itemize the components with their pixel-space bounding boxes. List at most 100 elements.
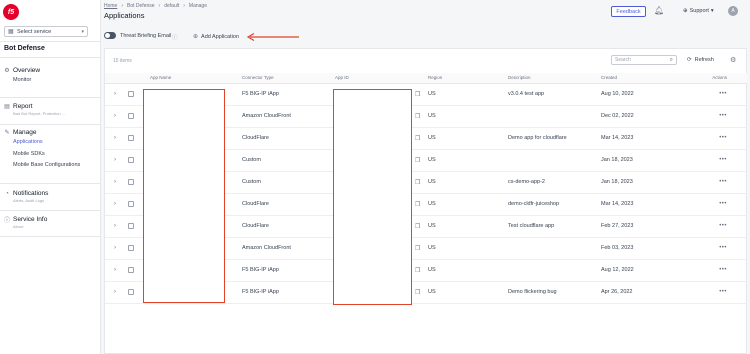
expand-row-chevron-icon[interactable]: ›: [105, 237, 125, 260]
cell-connector-type: F5 BIG-IP iApp: [239, 281, 332, 304]
threat-briefing-label: Threat Briefing Email: [120, 33, 172, 39]
breadcrumb-home[interactable]: Home: [104, 3, 117, 9]
copy-icon[interactable]: ❐: [412, 171, 425, 194]
row-checkbox[interactable]: [128, 244, 134, 251]
nav-item-mobile-base-configurations[interactable]: Mobile Base Configurations: [0, 160, 100, 172]
cell-region: US: [425, 237, 505, 260]
nav-report[interactable]: ▤ Report: [0, 102, 100, 111]
cell-connector-type: CloudFlare: [239, 193, 332, 216]
column-header-connector-type[interactable]: Connector Type: [239, 73, 332, 84]
cell-created: Feb 27, 2023: [598, 215, 692, 238]
expand-row-chevron-icon[interactable]: ›: [105, 259, 125, 282]
row-checkbox[interactable]: [128, 222, 134, 229]
breadcrumb-separator: ›: [183, 3, 185, 9]
expand-row-chevron-icon[interactable]: ›: [105, 171, 125, 194]
row-actions-menu-icon[interactable]: •••: [692, 149, 747, 172]
copy-icon[interactable]: ❐: [412, 149, 425, 172]
row-checkbox[interactable]: [128, 112, 134, 119]
expand-row-chevron-icon[interactable]: ›: [105, 149, 125, 172]
nav-section-service-info: ⓘ Service Info About: [0, 215, 100, 229]
cell-connector-type: F5 BIG-IP iApp: [239, 83, 332, 106]
row-checkbox[interactable]: [128, 266, 134, 273]
column-header-created[interactable]: Created: [598, 73, 692, 84]
column-header-app-name[interactable]: App Name: [147, 73, 239, 84]
cell-description: [505, 105, 598, 128]
nav-service-info-label: Service Info: [13, 216, 48, 223]
copy-icon[interactable]: ❐: [412, 105, 425, 128]
select-service-dropdown[interactable]: ▦ Select service ▾: [4, 26, 88, 37]
expand-row-chevron-icon[interactable]: ›: [105, 105, 125, 128]
cell-created: Aug 10, 2022: [598, 83, 692, 106]
breadcrumb-separator: ›: [121, 3, 124, 9]
nav-item-mobile-sdks[interactable]: Mobile SDKs: [0, 149, 100, 161]
divider: [0, 41, 100, 42]
copy-icon[interactable]: ❐: [412, 281, 425, 304]
breadcrumb-bot-defense[interactable]: Bot Defense: [127, 3, 155, 9]
nav-notifications[interactable]: ◔ Notifications: [0, 189, 100, 198]
row-checkbox[interactable]: [128, 156, 134, 163]
row-actions-menu-icon[interactable]: •••: [692, 127, 747, 150]
feedback-button[interactable]: Feedback: [611, 6, 646, 17]
add-application-label: Add Application: [201, 33, 239, 40]
info-icon[interactable]: ⓘ: [172, 33, 178, 41]
add-application-button[interactable]: ⊕ Add Application: [193, 33, 239, 41]
expand-row-chevron-icon[interactable]: ›: [105, 281, 125, 304]
expand-row-chevron-icon[interactable]: ›: [105, 215, 125, 238]
nav-section-manage: ✎ Manage Applications Mobile SDKs Mobile…: [0, 128, 100, 172]
f5-logo[interactable]: f5: [3, 4, 19, 20]
copy-icon[interactable]: ❐: [412, 127, 425, 150]
row-actions-menu-icon[interactable]: •••: [692, 237, 747, 260]
nav-item-applications[interactable]: Applications: [0, 137, 100, 149]
copy-icon[interactable]: ❐: [412, 237, 425, 260]
nav-notifications-subtitle: Alerts, Audit Logs: [13, 198, 45, 203]
expand-row-chevron-icon[interactable]: ›: [105, 127, 125, 150]
cell-description: Demo app for cloudflare: [505, 127, 598, 150]
cell-created: Apr 26, 2022: [598, 281, 692, 304]
divider: [0, 57, 100, 58]
threat-briefing-toggle[interactable]: [104, 32, 116, 39]
copy-icon[interactable]: ❐: [412, 83, 425, 106]
overview-icon: ⚙: [4, 68, 10, 74]
search-input[interactable]: Search ⌕: [611, 55, 677, 65]
divider: [0, 97, 100, 98]
nav-overview[interactable]: ⚙ Overview: [0, 66, 100, 75]
row-actions-menu-icon[interactable]: •••: [692, 193, 747, 216]
notifications-bell-icon[interactable]: 🔔︎: [654, 6, 664, 15]
row-checkbox[interactable]: [128, 178, 134, 185]
row-checkbox[interactable]: [128, 90, 134, 97]
column-header-app-id[interactable]: App ID: [332, 73, 412, 84]
nav-section-overview: ⚙ Overview Monitor: [0, 66, 100, 87]
breadcrumb-namespace[interactable]: default: [164, 3, 179, 9]
row-actions-menu-icon[interactable]: •••: [692, 259, 747, 282]
nav-service-info[interactable]: ⓘ Service Info: [0, 215, 100, 224]
expand-row-chevron-icon[interactable]: ›: [105, 193, 125, 216]
row-actions-menu-icon[interactable]: •••: [692, 105, 747, 128]
nav-manage[interactable]: ✎ Manage: [0, 128, 100, 137]
copy-icon[interactable]: ❐: [412, 193, 425, 216]
refresh-button[interactable]: ⟳ Refresh: [687, 57, 714, 63]
column-header-description[interactable]: Description: [505, 73, 598, 84]
expand-row-chevron-icon[interactable]: ›: [105, 83, 125, 106]
nav-overview-label: Overview: [13, 67, 41, 74]
cell-connector-type: CloudFlare: [239, 215, 332, 238]
row-checkbox[interactable]: [128, 200, 134, 207]
row-actions-menu-icon[interactable]: •••: [692, 215, 747, 238]
row-checkbox[interactable]: [128, 134, 134, 141]
support-menu[interactable]: ⊕ Support ▾: [683, 8, 714, 14]
cell-description: Demo flickering bug: [505, 281, 598, 304]
row-actions-menu-icon[interactable]: •••: [692, 83, 747, 106]
row-actions-menu-icon[interactable]: •••: [692, 171, 747, 194]
nav-item-monitor[interactable]: Monitor: [0, 75, 100, 87]
copy-icon[interactable]: ❐: [412, 215, 425, 238]
breadcrumb-manage: Manage: [188, 3, 207, 9]
refresh-icon: ⟳: [687, 57, 692, 63]
table-settings-gear-icon[interactable]: ⚙: [730, 56, 736, 64]
user-avatar[interactable]: A: [728, 6, 738, 16]
row-checkbox[interactable]: [128, 288, 134, 295]
copy-icon[interactable]: ❐: [412, 259, 425, 282]
row-actions-menu-icon[interactable]: •••: [692, 281, 747, 304]
column-header-region[interactable]: Region: [425, 73, 505, 84]
cell-created: Aug 12, 2022: [598, 259, 692, 282]
divider: [0, 124, 100, 125]
cell-region: US: [425, 281, 505, 304]
